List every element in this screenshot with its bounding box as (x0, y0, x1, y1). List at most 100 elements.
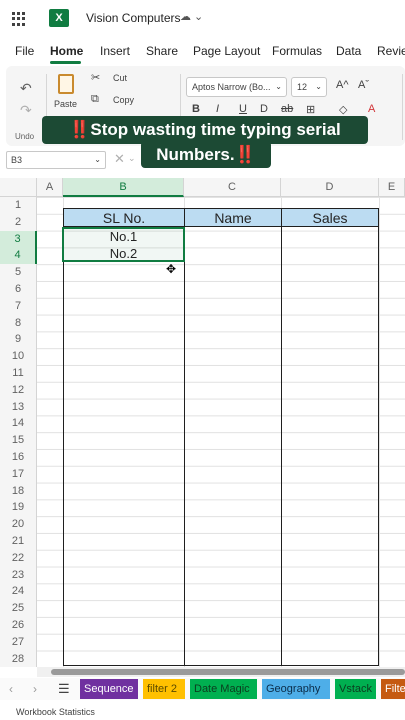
cell-b3[interactable]: No.1 (63, 229, 184, 245)
column-header-e[interactable]: E (379, 178, 405, 197)
document-title[interactable]: Vision Computers (86, 11, 181, 25)
cloud-sync-icon[interactable]: ☁ ⌄ (180, 10, 203, 23)
caption-banner-line1: ‼️Stop wasting time typing serial (42, 116, 368, 144)
cut-button[interactable]: Cut (113, 73, 127, 83)
row-header-9[interactable]: 9 (0, 331, 37, 349)
caption-text-line2: Numbers. (156, 145, 235, 164)
row-header-6[interactable]: 6 (0, 281, 37, 298)
sheet-tab-geography[interactable]: Geography (262, 679, 330, 699)
workbook-statistics-button[interactable]: Workbook Statistics (16, 707, 95, 717)
borders-icon[interactable]: ⊞ (306, 103, 315, 116)
row-header-11[interactable]: 11 (0, 365, 37, 382)
column-gridline (379, 197, 380, 668)
tab-page-layout[interactable]: Page Layout (193, 44, 260, 58)
sheet-tab-date-magic[interactable]: Date Magic (190, 679, 257, 699)
row-header-27[interactable]: 27 (0, 633, 37, 651)
cell-b4[interactable]: No.2 (63, 246, 184, 262)
row-header-25[interactable]: 25 (0, 600, 37, 617)
sheet-tab-filter-2[interactable]: filter 2 (143, 679, 185, 699)
waffle-icon[interactable] (12, 12, 26, 26)
chevron-down-icon: ⌄ (94, 155, 101, 164)
row-header-3[interactable]: 3 (0, 230, 37, 248)
row-header-13[interactable]: 13 (0, 398, 37, 416)
column-header-b[interactable]: B (63, 178, 184, 197)
copy-button[interactable]: Copy (113, 95, 134, 105)
tab-home[interactable]: Home (50, 44, 83, 58)
row-header-14[interactable]: 14 (0, 415, 37, 433)
double-exclamation-icon: ‼️ (69, 120, 91, 139)
copy-icon[interactable]: ⧉ (91, 93, 99, 106)
row-header-24[interactable]: 24 (0, 583, 37, 601)
column-header-d[interactable]: D (281, 178, 379, 197)
strikethrough-button[interactable]: ab (281, 103, 293, 115)
row-header-26[interactable]: 26 (0, 617, 37, 634)
column-header-c[interactable]: C (184, 178, 281, 197)
double-underline-button[interactable]: D (260, 103, 268, 115)
tab-review[interactable]: Review (377, 44, 405, 58)
row-header-16[interactable]: 16 (0, 449, 37, 466)
row-header-4[interactable]: 4 (0, 247, 37, 265)
scissors-icon[interactable]: ✂ (91, 71, 100, 84)
row-header-22[interactable]: 22 (0, 549, 37, 567)
bold-button[interactable]: B (192, 103, 200, 115)
sheet-tab-filte[interactable]: Filte (381, 679, 405, 699)
chevron-down-icon[interactable]: ⌄ (128, 153, 136, 164)
table-column-name (184, 226, 282, 666)
row-header-23[interactable]: 23 (0, 566, 37, 584)
row-header-20[interactable]: 20 (0, 516, 37, 533)
increase-font-button[interactable]: A^ (336, 79, 349, 91)
undo-label: Undo (15, 132, 35, 141)
chevron-down-icon: ⌄ (275, 82, 282, 91)
tab-share[interactable]: Share (146, 44, 178, 58)
sheet-list-menu-icon[interactable]: ☰ (58, 681, 70, 697)
spreadsheet-grid[interactable]: A B C D E 1 2 3 4 5 6 7 8 9 10 11 12 13 14 15 16 17 18 19 2… (0, 178, 405, 668)
name-box[interactable]: B3 ⌄ (6, 151, 106, 169)
tab-file[interactable]: File (15, 44, 34, 58)
row-header-10[interactable]: 10 (0, 348, 37, 365)
table-column-sl-no (63, 226, 185, 666)
row-header-2[interactable]: 2 (0, 213, 37, 231)
font-size-select[interactable]: 12 ⌄ (291, 77, 327, 97)
excel-logo-icon: X (49, 9, 69, 27)
fill-color-icon[interactable]: ◇ (339, 103, 347, 116)
tab-insert[interactable]: Insert (100, 44, 130, 58)
paste-button[interactable]: Paste (54, 99, 77, 109)
column-header-a[interactable]: A (37, 178, 63, 197)
undo-icon[interactable]: ↶ (20, 80, 32, 97)
caption-banner-line2: Numbers.‼️ (141, 141, 271, 168)
horizontal-scrollbar[interactable] (37, 667, 405, 677)
select-all-corner[interactable] (0, 178, 37, 197)
row-header-5[interactable]: 5 (0, 264, 37, 281)
underline-button[interactable]: U (239, 103, 247, 115)
sheet-tab-vstack[interactable]: Vstack (335, 679, 376, 699)
chevron-down-icon: ⌄ (315, 82, 322, 91)
cancel-icon[interactable]: ✕ (114, 151, 125, 167)
sheet-tab-bar: ‹ › ☰ Sequence filter 2 Date Magic Geograph… (0, 678, 405, 700)
row-header-1[interactable]: 1 (0, 197, 37, 214)
header-cell-sl-no[interactable]: SL No. (63, 208, 185, 227)
sheet-tab-sequence[interactable]: Sequence (80, 679, 138, 699)
header-cell-name[interactable]: Name (184, 208, 282, 227)
scrollbar-thumb[interactable] (51, 669, 405, 675)
row-header-28[interactable]: 28 (0, 650, 37, 668)
decrease-font-button[interactable]: Aˇ (358, 79, 369, 91)
row-header-7[interactable]: 7 (0, 297, 37, 315)
font-name-select[interactable]: Aptos Narrow (Bo... ⌄ (186, 77, 287, 97)
chevron-left-icon[interactable]: ‹ (9, 682, 13, 696)
redo-icon[interactable]: ↷ (20, 102, 32, 119)
italic-button[interactable]: I (216, 103, 219, 115)
row-header-12[interactable]: 12 (0, 381, 37, 399)
tab-formulas[interactable]: Formulas (272, 44, 322, 58)
double-exclamation-icon: ‼️ (234, 145, 256, 164)
chevron-right-icon[interactable]: › (33, 682, 37, 696)
font-color-icon[interactable]: A (368, 103, 375, 115)
row-header-8[interactable]: 8 (0, 314, 37, 332)
header-cell-sales[interactable]: Sales (281, 208, 379, 227)
row-header-19[interactable]: 19 (0, 499, 37, 517)
row-header-15[interactable]: 15 (0, 432, 37, 449)
row-header-21[interactable]: 21 (0, 533, 37, 550)
row-header-17[interactable]: 17 (0, 465, 37, 483)
paste-icon[interactable] (58, 74, 74, 94)
tab-data[interactable]: Data (336, 44, 361, 58)
row-header-18[interactable]: 18 (0, 482, 37, 500)
